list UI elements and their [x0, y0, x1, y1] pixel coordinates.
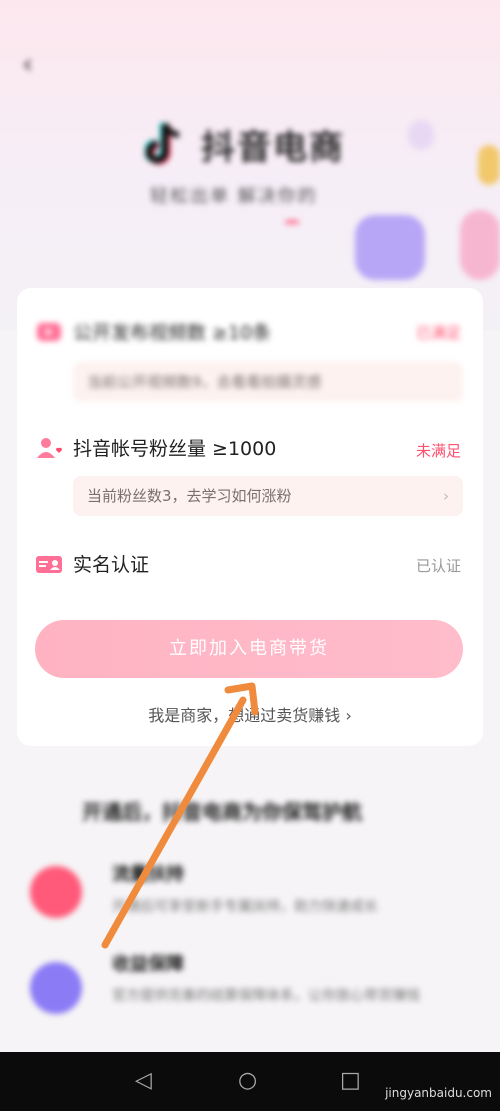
id-card-icon: [36, 555, 62, 573]
join-ecommerce-button[interactable]: 立即加入电商带货: [35, 620, 463, 678]
requirement-hint[interactable]: 当前粉丝数3，去学习如何涨粉 ›: [73, 476, 463, 516]
back-icon[interactable]: ‹: [22, 44, 52, 84]
requirement-fans: 抖音帐号粉丝量 ≥1000: [35, 434, 276, 461]
requirement-hint[interactable]: 当前公开视频数9，去看看拍摄灵感: [73, 362, 463, 402]
feature-desc: 官方提供完善的结算保障体系，让你放心带货赚钱: [112, 988, 420, 1004]
video-icon: [37, 322, 61, 341]
merchant-link[interactable]: 我是商家，想通过卖货赚钱 ›: [17, 702, 483, 726]
system-nav-bar: ◁ ○ □: [0, 1052, 500, 1111]
section-title: 开通后，抖音电商为你保驾护航: [82, 800, 362, 824]
requirement-status: 已认证: [415, 557, 461, 575]
requirement-status: 未满足: [415, 442, 461, 460]
nav-recent-icon[interactable]: □: [340, 1068, 361, 1093]
illustration-coin-icon: [478, 145, 500, 185]
requirement-real-name: 实名认证: [35, 550, 149, 577]
requirement-title: 实名认证: [73, 554, 150, 576]
requirement-title: 抖音帐号粉丝量 ≥1000: [73, 438, 277, 460]
hint-text: 当前粉丝数3，去学习如何涨粉: [87, 487, 292, 505]
illustration-cart-icon: [355, 215, 425, 280]
feature-desc: 开通后可享受新手专属扶持，助力快速成长: [112, 899, 378, 915]
requirement-title: 公开发布视频数 ≥10条: [73, 322, 272, 344]
watermark: jingyanbaidu.com: [385, 1086, 492, 1100]
nav-home-icon[interactable]: ○: [238, 1068, 257, 1093]
slogan: 轻松出单 解决你的: [150, 186, 318, 207]
chevron-right-icon: ›: [443, 487, 449, 505]
requirement-status: 已满足: [415, 324, 461, 342]
douyin-logo-icon: [143, 118, 191, 170]
income-icon: [30, 962, 82, 1014]
slogan-indicator: [285, 220, 299, 224]
illustration-bubble-icon: [408, 120, 434, 150]
requirement-row: 公开发布视频数 ≥10条: [35, 318, 271, 345]
feature-title: 流量扶持: [112, 864, 184, 885]
hint-text: 当前公开视频数9，去看看拍摄灵感: [87, 373, 322, 391]
feature-title: 收益保障: [112, 954, 184, 975]
illustration-box-icon: [460, 210, 500, 280]
brand-name: 抖音电商: [201, 127, 345, 168]
fans-icon: [37, 437, 63, 458]
nav-back-icon[interactable]: ◁: [135, 1068, 152, 1093]
traffic-icon: [30, 866, 82, 918]
requirements-card: 公开发布视频数 ≥10条 已满足 当前公开视频数9，去看看拍摄灵感 抖音帐号粉丝…: [17, 288, 483, 746]
brand-logo: 抖音电商: [143, 118, 345, 170]
